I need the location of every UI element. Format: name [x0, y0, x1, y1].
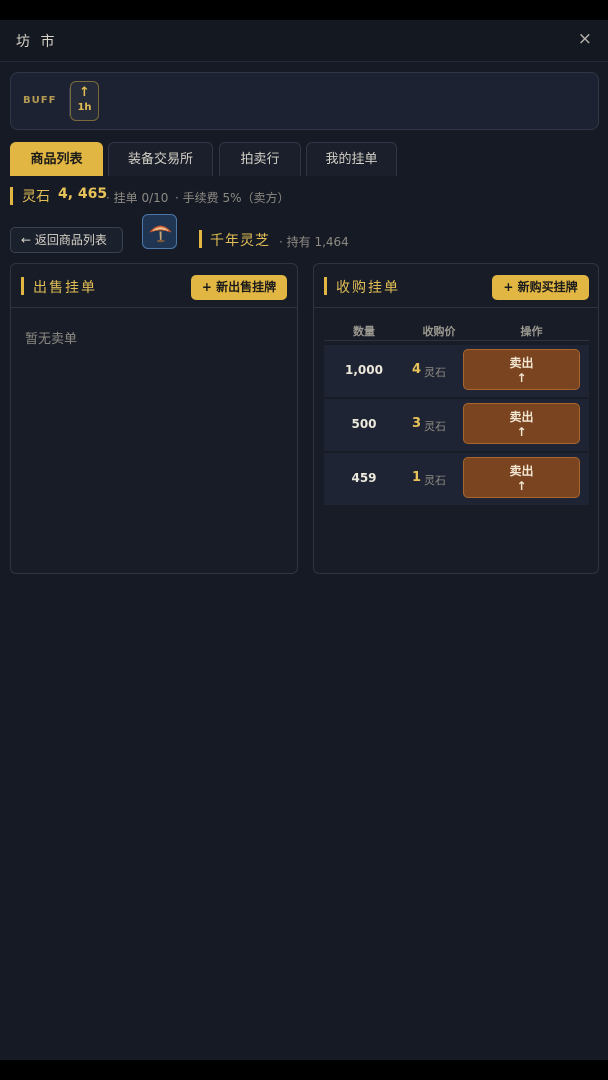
table-row: 1,000 4 灵石 卖出 ↑	[324, 345, 589, 397]
item-holding: · 持有 1,464	[279, 235, 349, 249]
sell-button-label: 卖出	[509, 410, 534, 424]
price-unit: 灵石	[424, 420, 446, 433]
col-buy-price: 收购价	[422, 325, 456, 338]
accent-bar	[199, 230, 202, 248]
spirit-stone-label: 灵石	[22, 189, 50, 205]
fee-info: · 手续费 5%（卖方）	[175, 191, 290, 205]
sell-panel-header: 出售挂单 + 新出售挂牌	[11, 264, 297, 308]
accent-bar	[324, 277, 327, 295]
buff-label: BUFF	[23, 95, 57, 106]
arrow-up-icon: ↑	[79, 85, 90, 100]
bottom-bar	[0, 1060, 608, 1080]
sell-button-label: 卖出	[509, 356, 534, 370]
col-action: 操作	[520, 325, 543, 338]
buy-panel-title: 收购挂单	[336, 280, 400, 296]
accent-bar	[21, 277, 24, 295]
arrow-up-icon: ↑	[516, 371, 527, 385]
tab-my-listings[interactable]: 我的挂单	[306, 142, 397, 176]
sell-orders-panel: 出售挂单 + 新出售挂牌 暂无卖单	[10, 263, 298, 574]
table-row: 500 3 灵石 卖出 ↑	[324, 399, 589, 451]
tab-auction-house[interactable]: 拍卖行	[219, 142, 301, 176]
accent-bar	[10, 187, 13, 205]
arrow-up-icon: ↑	[516, 425, 527, 439]
sell-button-label: 卖出	[509, 464, 534, 478]
tab-equipment-exchange[interactable]: 装备交易所	[108, 142, 213, 176]
order-quantity: 1,000	[345, 363, 383, 377]
buy-orders-panel: 收购挂单 + 新购买挂牌 数量 收购价 操作 1,000 4 灵石 卖出 ↑ 5…	[313, 263, 599, 574]
window-title: 坊 市	[16, 34, 58, 50]
price-unit: 灵石	[424, 366, 446, 379]
lingzhi-icon	[142, 214, 177, 249]
new-sell-listing-button[interactable]: + 新出售挂牌	[191, 275, 287, 300]
item-name: 千年灵芝	[210, 233, 270, 249]
window-header: 坊 市 ×	[0, 20, 608, 62]
buy-panel-header: 收购挂单 + 新购买挂牌	[314, 264, 598, 308]
order-quantity: 500	[351, 417, 377, 431]
sell-button[interactable]: 卖出 ↑	[463, 403, 580, 444]
order-price: 1	[412, 470, 422, 485]
sell-button[interactable]: 卖出 ↑	[463, 349, 580, 390]
order-price: 4	[412, 362, 422, 377]
sell-panel-title: 出售挂单	[33, 280, 97, 296]
tab-goods-list[interactable]: 商品列表	[10, 142, 103, 176]
new-buy-listing-button[interactable]: + 新购买挂牌	[492, 275, 589, 300]
empty-sell-orders: 暂无卖单	[25, 332, 78, 347]
sell-button[interactable]: 卖出 ↑	[463, 457, 580, 498]
buy-table-header: 数量 收购价 操作	[324, 321, 589, 341]
buff-duration: 1h	[77, 102, 92, 113]
back-to-list-button[interactable]: ← 返回商品列表	[10, 227, 123, 253]
buff-item[interactable]: ↑ 1h	[70, 81, 99, 121]
market-window: 坊 市 × BUFF ↑ 1h 商品列表 装备交易所 拍卖行 我的挂单 灵石 4…	[0, 20, 608, 1060]
close-icon[interactable]: ×	[578, 29, 592, 49]
order-quantity: 459	[351, 471, 377, 485]
price-unit: 灵石	[424, 474, 446, 487]
spirit-stone-balance: 4, 465	[58, 186, 108, 202]
table-row: 459 1 灵石 卖出 ↑	[324, 453, 589, 505]
arrow-up-icon: ↑	[516, 479, 527, 493]
listing-count: · 挂单 0/10	[106, 191, 169, 205]
buff-bar: BUFF ↑ 1h	[10, 72, 599, 130]
col-quantity: 数量	[353, 325, 375, 338]
order-price: 3	[412, 416, 422, 431]
